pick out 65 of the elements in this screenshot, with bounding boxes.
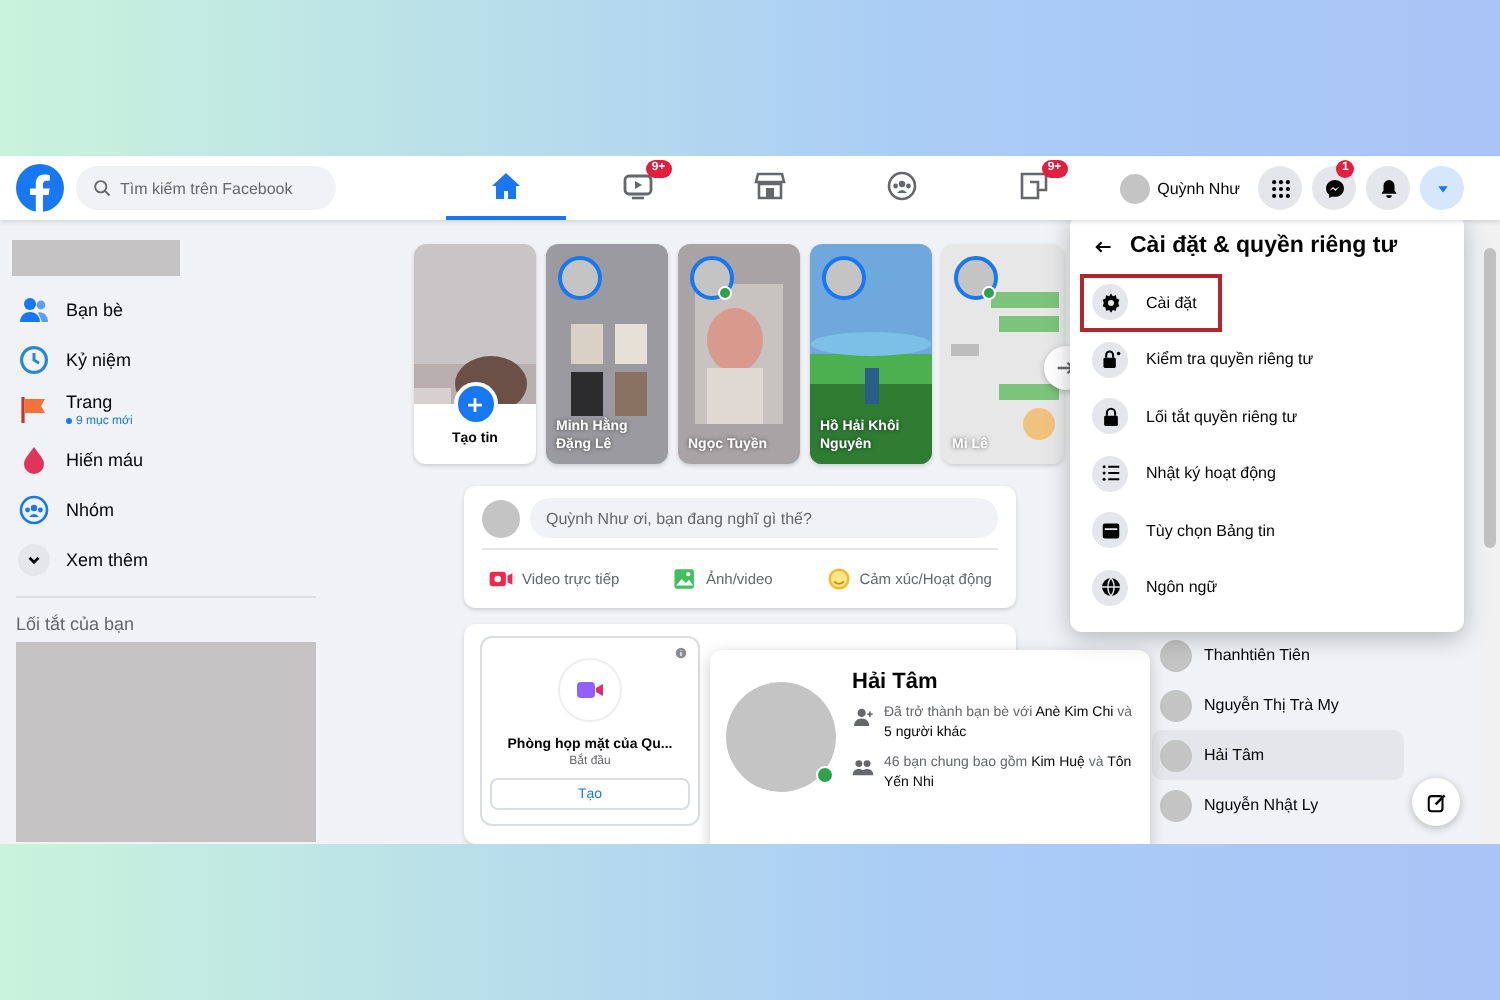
bell-icon bbox=[1377, 177, 1399, 199]
scrollbar[interactable] bbox=[1480, 220, 1500, 844]
groups-icon bbox=[18, 493, 50, 525]
profile-button[interactable]: Quỳnh Như bbox=[1115, 169, 1248, 207]
avatar bbox=[482, 499, 520, 537]
menu-title: Cài đặt & quyền riêng tư bbox=[1130, 234, 1398, 258]
sidebar-label: Kỷ niệm bbox=[66, 349, 132, 369]
globe-icon bbox=[1099, 576, 1121, 599]
avatar bbox=[1160, 789, 1192, 821]
avatar bbox=[1160, 689, 1192, 721]
search-field[interactable]: Tìm kiếm trên Facebook bbox=[76, 166, 336, 210]
live-icon bbox=[488, 566, 514, 592]
messenger-icon bbox=[1323, 177, 1345, 199]
menu-item[interactable]: Ngôn ngữ bbox=[1080, 559, 1454, 616]
info-icon bbox=[674, 646, 688, 660]
home-icon bbox=[489, 170, 522, 202]
store-icon bbox=[753, 170, 786, 202]
avatar bbox=[1160, 639, 1192, 671]
friend-icon bbox=[852, 706, 874, 728]
lock-icon bbox=[1099, 405, 1121, 428]
mutual-icon bbox=[852, 756, 874, 778]
toolbar-button[interactable] bbox=[1258, 166, 1302, 210]
profile-name: Hải Tâm bbox=[852, 670, 940, 694]
sidebar-item[interactable]: Xem thêm bbox=[12, 534, 388, 584]
menu-item[interactable]: Cài đặt bbox=[1080, 274, 1222, 331]
sidebar-item[interactable]: Bạn bè bbox=[12, 284, 388, 334]
video-icon bbox=[621, 170, 654, 202]
grid-icon bbox=[1269, 177, 1291, 199]
avatar bbox=[1119, 173, 1150, 203]
photo-icon bbox=[672, 566, 698, 592]
contact-item[interactable]: Nguyễn Nhật Ly bbox=[1152, 780, 1404, 830]
groups-icon bbox=[885, 170, 918, 202]
new-message-button[interactable] bbox=[1412, 778, 1460, 826]
contact-item[interactable]: Hải Tâm bbox=[1152, 730, 1404, 780]
search-icon bbox=[92, 178, 112, 198]
contact-item[interactable]: Nguyễn Thị Trà My bbox=[1152, 680, 1404, 730]
sidebar-label: Bạn bè bbox=[66, 299, 124, 319]
plus-icon bbox=[464, 393, 486, 415]
list-icon bbox=[1099, 462, 1121, 485]
sidebar-item[interactable]: Hiến máu bbox=[12, 434, 388, 484]
feeling-icon bbox=[825, 566, 852, 592]
sidebar-item[interactable]: Nhóm bbox=[12, 484, 388, 534]
sidebar-item[interactable]: Kỷ niệm bbox=[12, 334, 388, 384]
logo-icon[interactable] bbox=[16, 164, 64, 212]
menu-item[interactable]: Lối tắt quyền riêng tư bbox=[1080, 388, 1454, 445]
menu-item[interactable]: Tùy chọn Bảng tin bbox=[1080, 502, 1454, 559]
avatar bbox=[1160, 739, 1192, 771]
sidebar-label: Nhóm bbox=[66, 499, 115, 519]
toolbar-button[interactable] bbox=[1366, 166, 1410, 210]
sidebar-label: Xem thêm bbox=[66, 549, 149, 569]
friends-icon bbox=[18, 293, 50, 325]
flag-icon bbox=[18, 393, 50, 425]
drop-icon bbox=[18, 443, 50, 475]
sidebar-label: Hiến máu bbox=[66, 449, 144, 469]
sidebar-label: Trang bbox=[66, 391, 115, 411]
menu-item[interactable]: Kiểm tra quyền riêng tư bbox=[1080, 331, 1454, 388]
feed-icon bbox=[1099, 519, 1121, 542]
post-input-field[interactable]: Quỳnh Như ơi, bạn đang nghĩ gì thế? bbox=[530, 498, 998, 538]
gear-icon bbox=[1099, 291, 1121, 314]
section-title: Lối tắt của bạn bbox=[16, 614, 137, 634]
edit-icon bbox=[1425, 791, 1447, 813]
clock-icon bbox=[18, 343, 50, 375]
menu-item[interactable]: Nhật ký hoạt động bbox=[1080, 445, 1454, 502]
contact-item[interactable]: Thanhtiên Tiên bbox=[1152, 630, 1404, 680]
lockcheck-icon bbox=[1099, 348, 1121, 371]
